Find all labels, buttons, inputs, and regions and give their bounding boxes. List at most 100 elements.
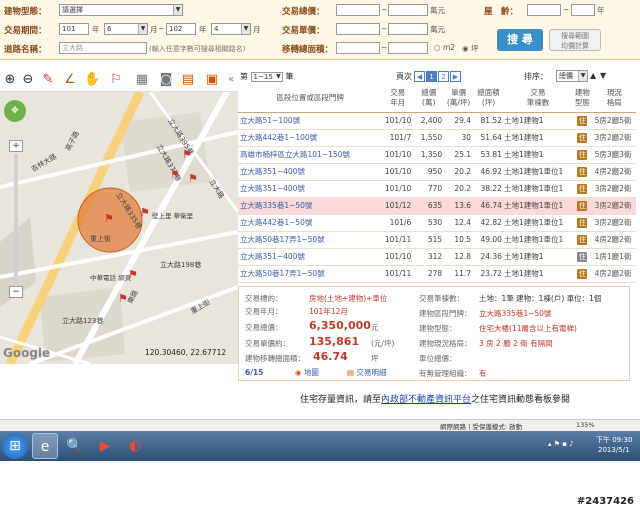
cell-target: 土地1建物1車位1 (503, 163, 573, 181)
per-page-value: 1~15 (253, 73, 273, 81)
cell-address[interactable]: 立大路51~100號 (238, 112, 383, 130)
google-logo: Google (3, 346, 51, 360)
transaction-detail-button[interactable]: ▤ 交易明細 (347, 367, 386, 378)
map-marker-icon[interactable]: ⚑ (140, 206, 150, 219)
table-row[interactable]: 立大路442巷1~50號 101/6 530 12.4 42.82 土地1建物1車位1 住 3… (238, 214, 636, 232)
footer-link[interactable]: 內政部不動產資訊平台 (381, 395, 471, 405)
map-view[interactable]: ✥ + − 立大路395巷 立大路377巷 高子路 吉林大路 立大路335巷 重… (0, 92, 238, 364)
residential-type-icon: 住 (577, 115, 588, 126)
cell-address[interactable]: 立大路442巷1~100號 (238, 129, 383, 147)
map-marker-icon[interactable]: ⚑ (182, 148, 192, 161)
prev-page-icon[interactable]: ◀ (414, 71, 425, 82)
total-price-max-input[interactable] (388, 4, 428, 16)
pan-hand-icon[interactable]: ✋ (84, 72, 100, 88)
table-row[interactable]: 立大路335巷1~50號 101/12 635 13.6 46.74 土地1建物1車位1 住… (238, 197, 636, 215)
search-button[interactable]: 搜 尋 (497, 29, 543, 51)
map-marker-icon[interactable]: ⚑ (104, 212, 114, 225)
pan-control-icon[interactable]: ✥ (4, 100, 26, 122)
map-marker-icon[interactable]: ⚑ (188, 172, 198, 185)
zoom-slider[interactable] (14, 154, 18, 284)
total-price-min-input[interactable] (336, 4, 380, 16)
start-button[interactable]: ⊞ (2, 433, 28, 459)
layer-icon[interactable]: ▣ (204, 72, 220, 88)
cell-address[interactable]: 立大路351~400號 (238, 248, 383, 266)
col-address: 區段位置或區段門牌 (238, 84, 383, 113)
browser-zoom[interactable]: 135% (576, 421, 595, 429)
table-row[interactable]: 立大路50巷17弄1~50號 101/11 278 11.7 23.72 土地1建物1 住 4… (238, 265, 636, 283)
search-app-icon[interactable]: 🔍 (62, 433, 88, 459)
marker-tool-icon[interactable]: ⚐ (108, 72, 124, 88)
table-icon[interactable]: ▤ (180, 72, 196, 88)
detail-btype-label: 建物型態： (419, 324, 457, 333)
map-marker-icon[interactable]: ⚑ (128, 268, 138, 281)
detail-target-value: 房地(土地+建物)+車位 (309, 294, 388, 303)
from-month-value: 6 (107, 25, 112, 33)
grid-icon[interactable]: ▦ (134, 72, 150, 88)
cell-address[interactable]: 立大路50巷17弄1~50號 (238, 231, 383, 249)
map-canvas (0, 92, 238, 364)
tray-icons[interactable]: ▴ ⚑ ▪ ♪ (548, 440, 574, 448)
cell-layout: 3房2廳2衛 (592, 197, 636, 215)
from-year-input[interactable]: 101 (59, 23, 89, 35)
cell-total: 530 (413, 214, 445, 232)
cell-date: 101/10 (382, 248, 414, 266)
cell-target: 土地1建物1車位1 (503, 197, 573, 215)
measure-icon[interactable]: ✎ (40, 72, 56, 88)
table-row[interactable]: 立大路351~400號 101/10 950 20.2 46.92 土地1建物1車位1 住 4… (238, 163, 636, 181)
table-row[interactable]: 立大路351~400號 101/10 770 20.2 38.22 土地1建物1車位1 住 3… (238, 180, 636, 198)
map-marker-icon[interactable]: ⚑ (118, 292, 128, 305)
camera-icon[interactable]: ◙ (158, 72, 174, 88)
per-page-select[interactable]: 1~15 ▼ (250, 72, 283, 82)
unit-price-max-input[interactable] (388, 23, 428, 35)
area-max-input[interactable] (388, 42, 428, 54)
cell-unit: 13.6 (444, 197, 474, 215)
col-total-l2: (萬) (422, 97, 436, 107)
cell-unit: 20.2 (444, 180, 474, 198)
table-row[interactable]: 立大路442巷1~100號 101/7 1,550 30 51.64 土地1建物1 住 3房2… (238, 129, 636, 147)
area-unit-ping-radio[interactable]: ◉ 坪 (462, 43, 478, 54)
zoom-minus-icon[interactable]: − (9, 286, 23, 298)
cell-address[interactable]: 立大路351~400號 (238, 163, 383, 181)
sort-select[interactable]: 總價 ▼ (556, 70, 588, 82)
media-player-icon[interactable]: ▶ (92, 433, 118, 459)
table-row[interactable]: 立大路50巷17弄1~50號 101/11 515 10.5 49.00 土地1建物1車位… (238, 231, 636, 249)
col-layout-l1: 現況 (606, 87, 622, 97)
area-unit-m2-radio[interactable]: ○ m2 (434, 43, 455, 52)
page-1-button[interactable]: 1 (426, 71, 437, 82)
cell-address[interactable]: 立大路335巷1~50號 (238, 197, 383, 215)
col-target-l1: 交易 (530, 87, 546, 97)
collapse-panel-icon[interactable]: « (226, 72, 236, 88)
area-min-input[interactable] (336, 42, 380, 54)
cell-address[interactable]: 立大路351~400號 (238, 180, 383, 198)
cell-address[interactable]: 立大路442巷1~50號 (238, 214, 383, 232)
unit-price-min-input[interactable] (336, 23, 380, 35)
from-month-select[interactable]: 6 ▼ (104, 23, 148, 35)
age-max-input[interactable] (571, 4, 595, 16)
next-page-icon[interactable]: ▶ (450, 71, 461, 82)
zoom-plus-icon[interactable]: + (9, 140, 23, 152)
zoom-out-icon[interactable]: ⊖ (20, 72, 36, 88)
to-month-select[interactable]: 4 ▼ (211, 23, 251, 35)
cell-address[interactable]: 立大路50巷17弄1~50號 (238, 265, 383, 283)
detail-layout-label: 建物現況格局： (419, 339, 472, 348)
app-window: 建物型態： 請選擇 ▼ 交易期間： 101 年 6 ▼ 月 ~ 102 年 4 … (0, 0, 640, 512)
map-button[interactable]: ◉ 地圖 (295, 367, 319, 378)
to-year-input[interactable]: 102 (166, 23, 196, 35)
table-row[interactable]: 立大路51~100號 101/10 2,400 29.4 81.52 土地1建物1 住 5房2… (238, 112, 636, 130)
ie-icon[interactable]: e (32, 433, 58, 459)
total-price-unit: 萬元 (430, 6, 445, 15)
building-type-select[interactable]: 請選擇 ▼ (59, 4, 183, 16)
zoom-in-icon[interactable]: ⊕ (2, 72, 18, 88)
road-input[interactable]: 立大路 (59, 42, 147, 54)
table-row[interactable]: 高雄市楠梓區立大路101~150號 101/10 1,350 25.1 53.81 土地1… (238, 146, 636, 164)
table-row[interactable]: 立大路351~400號 101/10 312 12.8 24.36 土地1建物1 住 1房1廳… (238, 248, 636, 266)
map-marker-icon[interactable]: ⚑ (170, 168, 180, 181)
cell-address[interactable]: 高雄市楠梓區立大路101~150號 (238, 146, 383, 164)
page-2-button[interactable]: 2 (438, 71, 449, 82)
angle-icon[interactable]: ∠ (62, 72, 78, 88)
app-icon[interactable]: ◐ (122, 433, 148, 459)
sort-asc-icon[interactable]: ▲ (590, 71, 596, 80)
sort-desc-icon[interactable]: ▼ (600, 71, 606, 80)
age-min-input[interactable] (527, 4, 561, 16)
range-average-button[interactable]: 搜尋範圍 均價計算 (549, 29, 601, 51)
